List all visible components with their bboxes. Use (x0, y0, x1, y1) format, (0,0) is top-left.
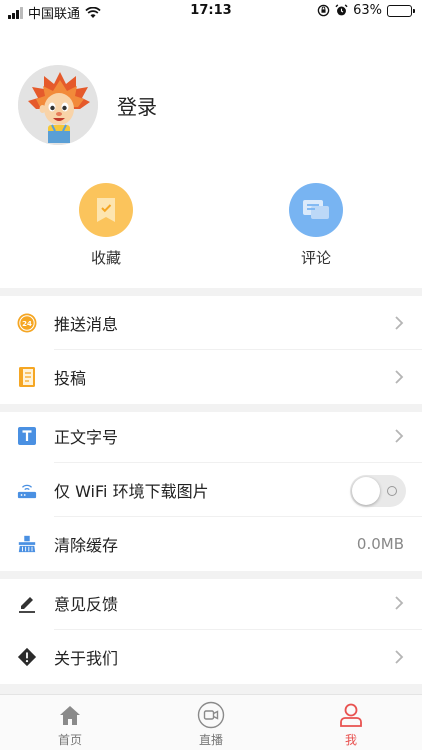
font-size-label: 正文字号 (54, 428, 119, 447)
favorites-label: 收藏 (90, 249, 121, 267)
warning-diamond-icon (17, 647, 37, 667)
battery-percent: 63% (353, 3, 382, 18)
push-messages-label: 推送消息 (54, 315, 119, 334)
bookmark-icon (79, 183, 133, 237)
notebook-icon (17, 367, 37, 387)
profile-header[interactable]: 登录 (18, 65, 157, 145)
wifi-images-toggle[interactable] (350, 475, 406, 507)
router-icon (17, 480, 37, 500)
section-divider (0, 684, 422, 694)
tab-live[interactable]: 直播 (171, 701, 251, 748)
wifi-images-label: 仅 WiFi 环境下载图片 (54, 482, 209, 501)
login-label[interactable]: 登录 (117, 91, 157, 120)
clear-cache-row[interactable]: 清除缓存 0.0MB (0, 517, 422, 571)
chevron-right-icon (395, 650, 404, 664)
toggle-off-indicator (387, 486, 397, 496)
tab-home[interactable]: 首页 (30, 701, 110, 748)
chevron-right-icon (395, 370, 404, 384)
comment-icon (289, 183, 343, 237)
toggle-knob (352, 477, 380, 505)
tab-home-label: 首页 (57, 733, 82, 747)
alarm-icon (335, 4, 348, 16)
home-icon (60, 706, 80, 725)
push-24-icon: 24 (17, 313, 37, 333)
favorites-button[interactable]: 收藏 (61, 183, 151, 268)
submit-article-label: 投稿 (54, 369, 87, 388)
bottom-tab-bar: 首页 直播 我 (0, 694, 422, 750)
section-divider (0, 288, 422, 296)
battery-icon (387, 4, 415, 17)
comments-label: 评论 (300, 249, 331, 267)
chevron-right-icon (395, 316, 404, 330)
feedback-row[interactable]: 意见反馈 (0, 576, 422, 630)
tab-live-label: 直播 (198, 733, 223, 747)
about-us-row[interactable]: 关于我们 (0, 630, 422, 684)
me-page: 中国联通 17:13 63% 登录 收藏 评论 24 推送消息 投稿 正文字号 … (0, 0, 422, 750)
submit-article-row[interactable]: 投稿 (0, 350, 422, 404)
avatar[interactable] (18, 65, 98, 145)
edit-pencil-icon (17, 593, 37, 613)
status-bar: 中国联通 17:13 63% (0, 0, 422, 24)
push-messages-row[interactable]: 24 推送消息 (0, 296, 422, 350)
chevron-right-icon (395, 596, 404, 610)
rotation-lock-icon (317, 4, 330, 17)
broom-icon (17, 534, 37, 554)
tab-me[interactable]: 我 (311, 701, 391, 748)
feedback-label: 意见反馈 (54, 595, 119, 614)
mascot-avatar-icon (18, 65, 98, 145)
clear-cache-label: 清除缓存 (54, 536, 119, 555)
tab-me-label: 我 (344, 733, 357, 747)
comments-button[interactable]: 评论 (271, 183, 361, 268)
live-video-icon (197, 701, 225, 729)
chevron-right-icon (395, 429, 404, 443)
profile-icon (340, 703, 362, 727)
font-size-row[interactable]: 正文字号 (0, 409, 422, 463)
text-size-icon (17, 426, 37, 446)
about-us-label: 关于我们 (54, 649, 119, 668)
svg-text:24: 24 (22, 320, 32, 328)
cache-size-value: 0.0MB (356, 535, 404, 553)
wifi-images-row: 仅 WiFi 环境下载图片 (0, 463, 422, 517)
